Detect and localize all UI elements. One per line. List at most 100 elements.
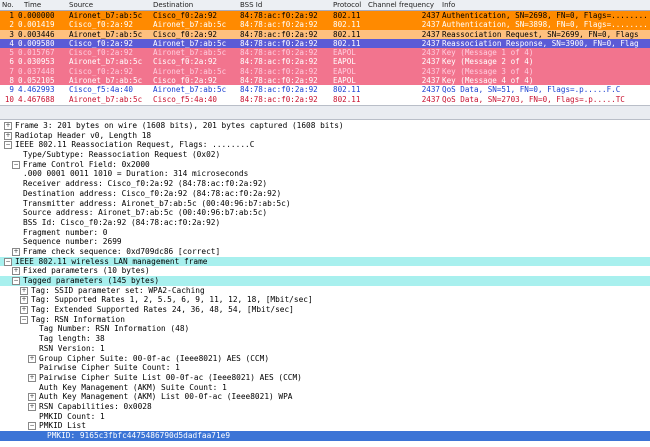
packet-bssid: 84:78:ac:f0:2a:92 [240,48,318,58]
column-header-no[interactable]: No. [2,1,14,9]
tree-item[interactable]: + Tag: Extended Supported Rates 24, 36, 4… [0,305,650,315]
packet-destination: Aironet_b7:ab:5c [153,38,227,48]
packet-time: 4.462993 [18,85,55,95]
tree-item[interactable]: − Tagged parameters (145 bytes) [0,276,650,286]
expand-icon[interactable]: + [4,122,12,130]
tree-item[interactable]: Source address: Aironet_b7:ab:5c (00:40:… [0,208,650,218]
table-row[interactable]: 1 0.000000 Aironet_b7:ab:5c Cisco_f0:2a:92 8… [0,11,650,21]
tree-item-label: PMKID: 9165c3fbfc4475486790d5dadfaa71e9 [47,431,231,440]
tree-item[interactable]: Fragment number: 0 [0,228,650,238]
collapse-icon[interactable]: − [12,277,20,285]
packet-source: Cisco_f0:2a:92 [69,20,134,30]
packet-number: 5 [9,48,14,58]
tree-item-label: PMKID Count: 1 [39,411,105,421]
packet-time: 4.467688 [18,94,55,104]
table-row[interactable]: 9 4.462993 Cisco_f5:4a:40 Aironet_b7:ab:5c 8… [0,85,650,95]
packet-source: Cisco_f0:2a:92 [69,66,134,76]
tree-item[interactable]: + Tag: SSID parameter set: WPA2-Caching [0,286,650,296]
packet-channel: 2437 [421,76,440,86]
column-header-time[interactable]: Time [24,1,41,9]
tree-item[interactable]: + Radiotap Header v0, Length 18 [0,131,650,141]
expand-icon[interactable]: + [12,267,20,276]
collapse-icon[interactable]: − [20,315,28,324]
packet-channel: 2437 [421,85,440,95]
tree-item[interactable]: − IEEE 802.11 Reassociation Request, Flag… [0,140,650,150]
tree-item[interactable]: Sequence number: 2699 [0,237,650,247]
packet-bssid: 84:78:ac:f0:2a:92 [240,94,318,104]
tree-item[interactable]: Tag length: 38 [0,334,650,344]
packet-list: 1 0.000000 Aironet_b7:ab:5c Cisco_f0:2a:92 8… [0,11,650,104]
packet-bssid: 84:78:ac:f0:2a:92 [240,57,318,67]
expand-icon[interactable]: + [20,306,28,315]
tree-item-selected[interactable]: PMKID: 9165c3fbfc4475486790d5dadfaa71e9 [0,431,650,441]
packet-channel: 2437 [421,48,440,58]
packet-channel: 2437 [421,29,440,39]
table-row[interactable]: 5 0.015767 Cisco_f0:2a:92 Aironet_b7:ab:5c 8… [0,48,650,58]
packet-destination: Aironet_b7:ab:5c [153,85,227,95]
tree-item[interactable]: RSN Version: 1 [0,344,650,354]
tree-item-label: Fragment number: 0 [23,227,108,237]
table-row[interactable]: 10 4.467688 Aironet_b7:ab:5c Cisco_f5:4a:40… [0,94,650,104]
collapse-icon[interactable]: − [4,257,12,266]
table-row[interactable]: 3 0.003446 Aironet_b7:ab:5c Cisco_f0:2a:92 8… [0,29,650,39]
tree-item[interactable]: PMKID Count: 1 [0,412,650,422]
column-header-protocol[interactable]: Protocol [333,1,361,9]
packet-number: 6 [9,57,14,67]
tree-item-label: Tag Number: RSN Information (48) [39,324,190,334]
tree-item[interactable]: + Fixed parameters (10 bytes) [0,266,650,276]
tree-item[interactable]: + Group Cipher Suite: 00-0f-ac (Ieee8021)… [0,354,650,364]
tree-item-label: Tag: Supported Rates 1, 2, 5.5, 6, 9, 11… [31,295,313,305]
tree-item[interactable]: Pairwise Cipher Suite Count: 1 [0,363,650,373]
column-header-bssid[interactable]: BSS Id [240,1,262,9]
tree-item[interactable]: + Frame 3: 201 bytes on wire (1608 bits),… [0,121,650,131]
tree-item[interactable]: Type/Subtype: Reassociation Request (0x0… [0,150,650,160]
table-row[interactable]: 8 0.052105 Aironet_b7:ab:5c Cisco_f0:2a:92 8… [0,76,650,86]
column-header-info[interactable]: Info [442,1,455,9]
expand-icon[interactable]: + [20,296,28,305]
column-header-destination[interactable]: Destination [153,1,193,9]
expand-icon[interactable]: + [28,373,36,382]
expand-icon[interactable]: + [28,393,36,402]
tree-item[interactable]: Auth Key Management (AKM) Suite Count: 1 [0,383,650,393]
tree-item-label: Transmitter address: Aironet_b7:ab:5c (0… [23,198,291,208]
pane-divider[interactable] [0,105,650,120]
collapse-icon[interactable]: − [12,160,20,169]
tree-item[interactable]: − Frame Control Field: 0x2000 [0,160,650,170]
expand-icon[interactable]: + [20,286,28,295]
table-row[interactable]: 6 0.030953 Aironet_b7:ab:5c Cisco_f0:2a:92 8… [0,57,650,67]
tree-item[interactable]: + RSN Capabilities: 0x0028 [0,402,650,412]
table-row[interactable]: 7 0.037448 Cisco_f0:2a:92 Aironet_b7:ab:5c 8… [0,66,650,77]
tree-item[interactable]: BSS Id: Cisco_f0:2a:92 (84:78:ac:f0:2a:9… [0,218,650,228]
collapse-icon[interactable]: − [4,141,12,150]
tree-item[interactable]: + Frame check sequence: 0xd709dc86 [corre… [0,247,650,257]
expand-icon[interactable]: + [28,354,36,363]
tree-item[interactable]: + Tag: Supported Rates 1, 2, 5.5, 6, 9, 1… [0,295,650,305]
tree-item[interactable]: + Pairwise Cipher Suite List 00-0f-ac (Ie… [0,373,650,383]
expand-icon[interactable]: + [4,131,12,140]
tree-item-label: Group Cipher Suite: 00-0f-ac (Ieee8021) … [39,353,270,363]
tree-item-label: .000 0001 0011 1010 = Duration: 314 micr… [23,169,249,179]
packet-source: Aironet_b7:ab:5c [69,94,143,104]
table-row[interactable]: 2 0.001419 Cisco_f0:2a:92 Aironet_b7:ab:5c 8… [0,20,650,30]
packet-source: Cisco_f0:2a:92 [69,48,134,58]
table-row[interactable]: 4 0.009580 Cisco_f0:2a:92 Aironet_b7:ab:5c 8… [0,38,650,49]
expand-icon[interactable]: + [12,247,20,256]
packet-time: 0.001419 [18,20,55,30]
collapse-icon[interactable]: − [28,422,36,431]
column-header-source[interactable]: Source [69,1,93,9]
packet-channel: 2437 [421,11,440,20]
packet-channel: 2437 [421,94,440,104]
tree-item[interactable]: .000 0001 0011 1010 = Duration: 314 micr… [0,169,650,179]
column-header-channel[interactable]: Channel frequency [368,1,434,9]
tree-item[interactable]: − PMKID List [0,421,650,431]
tree-item-label: Tagged parameters (145 bytes) [23,276,160,285]
tree-item[interactable]: − Tag: RSN Information [0,315,650,325]
expand-icon[interactable]: + [28,402,36,411]
tree-item[interactable]: Tag Number: RSN Information (48) [0,324,650,334]
tree-item[interactable]: Transmitter address: Aironet_b7:ab:5c (0… [0,199,650,209]
tree-item[interactable]: Destination address: Cisco_f0:2a:92 (84:… [0,189,650,199]
packet-bssid: 84:78:ac:f0:2a:92 [240,76,318,86]
tree-item[interactable]: Receiver address: Cisco_f0:2a:92 (84:78:… [0,179,650,189]
tree-item[interactable]: − IEEE 802.11 wireless LAN management fra… [0,256,650,267]
tree-item[interactable]: + Auth Key Management (AKM) List 00-0f-ac… [0,392,650,402]
